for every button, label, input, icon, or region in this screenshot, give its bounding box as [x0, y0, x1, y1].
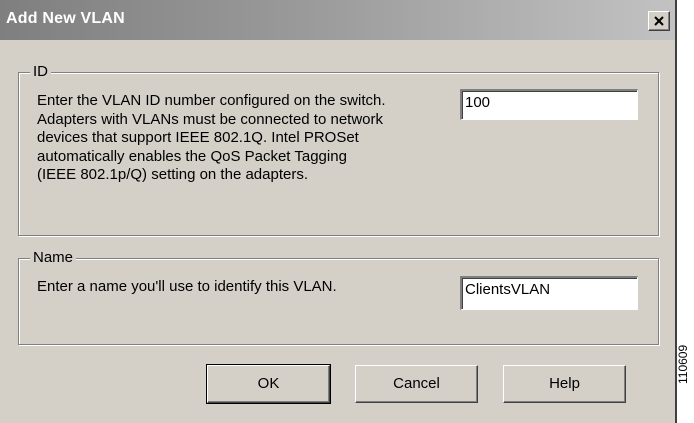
add-vlan-dialog: Add New VLAN ID Enter the VLAN ID number… — [0, 0, 677, 423]
vlan-name-input[interactable]: ClientsVLAN — [460, 276, 638, 310]
name-description: Enter a name you'll use to identify this… — [37, 278, 337, 295]
vlan-id-input[interactable]: 100 — [460, 89, 638, 120]
id-description-line: devices that support IEEE 802.1Q. Intel … — [37, 129, 359, 146]
id-description-line: automatically enables the QoS Packet Tag… — [37, 147, 347, 165]
name-group-legend: Name — [30, 249, 77, 267]
id-description-line: Enter the VLAN ID number configured on t… — [37, 92, 386, 109]
id-group-legend: ID — [30, 63, 51, 81]
title-bar[interactable]: Add New VLAN — [0, 0, 675, 40]
close-button[interactable] — [648, 11, 670, 31]
figure-number: 110609 — [676, 344, 690, 384]
ok-button[interactable]: OK — [206, 364, 331, 404]
page: Add New VLAN ID Enter the VLAN ID number… — [0, 0, 694, 423]
close-icon — [654, 16, 664, 26]
id-description-line: (IEEE 802.1p/Q) setting on the adapters. — [37, 166, 308, 183]
help-button[interactable]: Help — [503, 365, 626, 403]
id-description-line: Adapters with VLANs must be connected to… — [37, 110, 384, 128]
cancel-button[interactable]: Cancel — [355, 365, 478, 403]
dialog-title: Add New VLAN — [6, 10, 125, 27]
id-description: Enter the VLAN ID number configured on t… — [37, 92, 457, 185]
